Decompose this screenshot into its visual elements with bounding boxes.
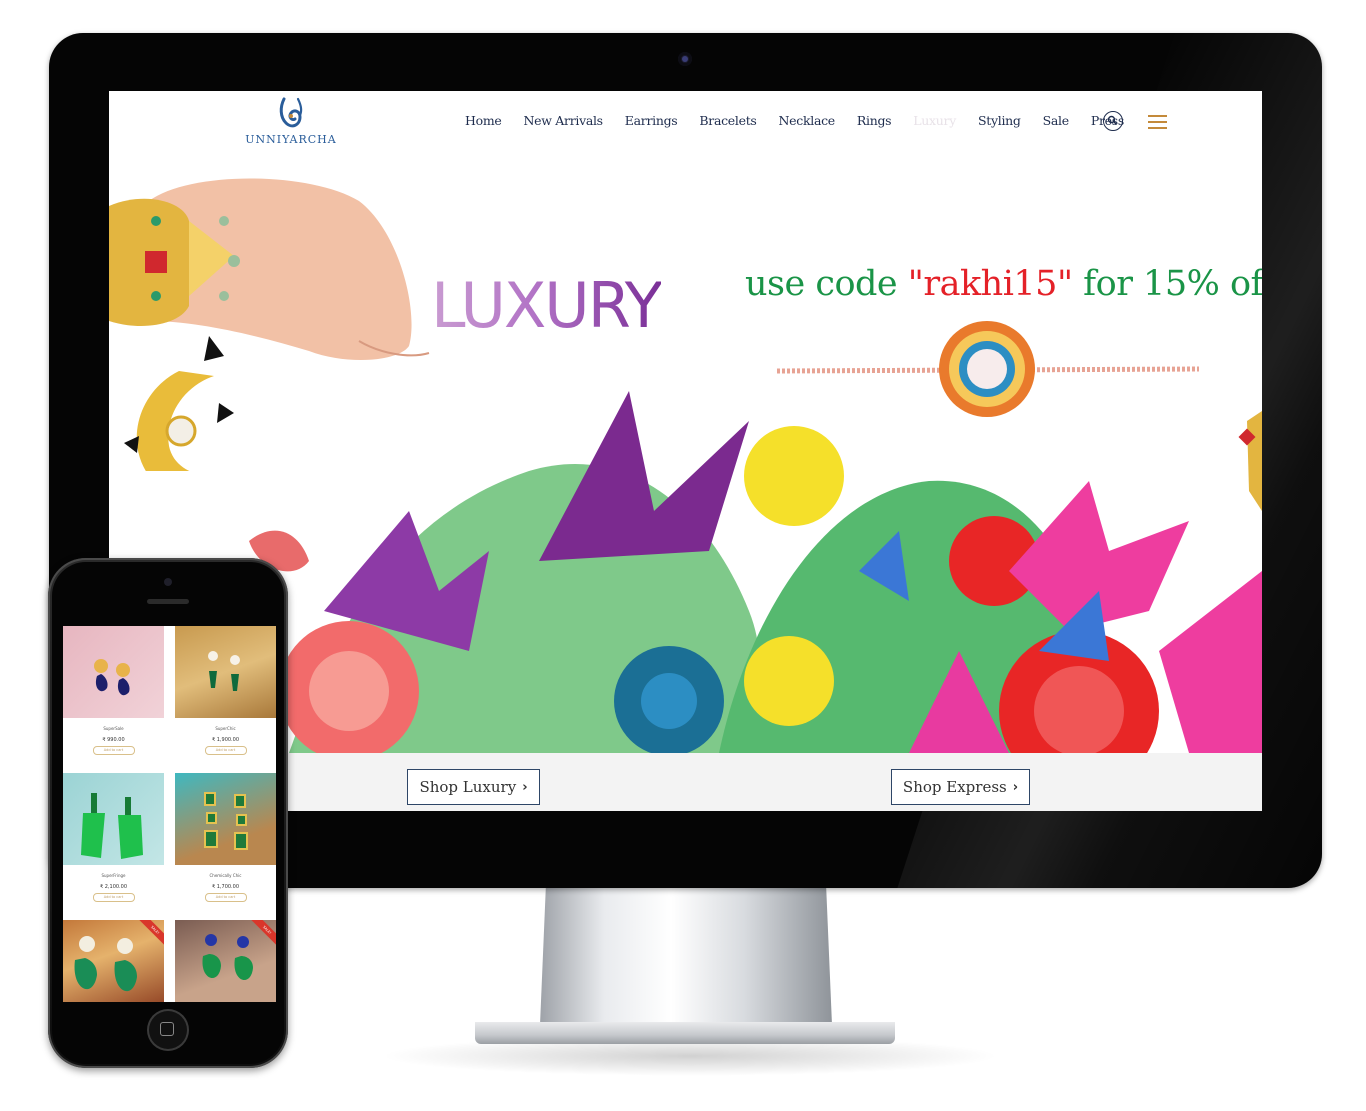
- webcam-icon: [678, 52, 692, 66]
- product-image[interactable]: [63, 773, 164, 865]
- promo-prefix: use code: [745, 264, 908, 304]
- shop-express-button[interactable]: Shop Express ›: [891, 769, 1030, 805]
- add-to-cart-button[interactable]: Add to cart: [92, 746, 135, 755]
- product-price: ₹ 1,900.00: [211, 737, 240, 743]
- product-card[interactable]: Chemically Chic ₹ 1,700.00 Add to cart: [175, 773, 276, 920]
- add-to-cart-button[interactable]: Add to cart: [92, 893, 135, 902]
- product-card[interactable]: SuperChic ₹ 1,900.00 Add to cart: [175, 626, 276, 773]
- product-card[interactable]: SALE!: [175, 920, 276, 1002]
- add-to-cart-button[interactable]: Add to cart: [204, 746, 247, 755]
- product-image[interactable]: SALE!: [175, 920, 276, 1002]
- shop-luxury-button[interactable]: Shop Luxury ›: [407, 769, 540, 805]
- front-camera-icon: [164, 578, 172, 586]
- shop-express-label: Shop Express: [902, 778, 1007, 796]
- chevron-right-icon: ›: [1012, 779, 1019, 795]
- product-price: ₹ 990.00: [102, 737, 125, 743]
- hero-luxury-heading: LUXURY: [431, 269, 663, 342]
- monitor-stand: [540, 887, 832, 1025]
- product-name: SuperSale: [103, 726, 124, 731]
- product-image[interactable]: [175, 626, 276, 718]
- promo-code: "rakhi15": [907, 264, 1073, 304]
- product-image[interactable]: [63, 626, 164, 718]
- add-to-cart-button[interactable]: Add to cart: [204, 893, 247, 902]
- product-image[interactable]: SALE!: [63, 920, 164, 1002]
- chevron-right-icon: ›: [522, 779, 528, 795]
- product-price: ₹ 1,700.00: [211, 884, 240, 890]
- promo-suffix: for 15% off: [1072, 264, 1262, 304]
- promo-code-banner: use code "rakhi15" for 15% off: [745, 264, 1262, 304]
- shop-luxury-label: Shop Luxury: [419, 778, 517, 796]
- monitor-stand-base: [475, 1022, 895, 1044]
- mobile-product-grid: SuperSale ₹ 990.00 Add to cart SuperChic…: [63, 626, 276, 1002]
- product-image[interactable]: [175, 773, 276, 865]
- product-card[interactable]: SuperFringe ₹ 2,100.00 Add to cart: [63, 773, 164, 920]
- product-name: SuperFringe: [101, 873, 126, 878]
- product-name: Chemically Chic: [209, 873, 242, 878]
- earpiece: [147, 599, 189, 604]
- product-price: ₹ 2,100.00: [99, 884, 128, 890]
- product-name: SuperChic: [215, 726, 236, 731]
- product-card[interactable]: SuperSale ₹ 990.00 Add to cart: [63, 626, 164, 773]
- home-button[interactable]: [147, 1009, 189, 1051]
- product-card[interactable]: SALE!: [63, 920, 164, 1002]
